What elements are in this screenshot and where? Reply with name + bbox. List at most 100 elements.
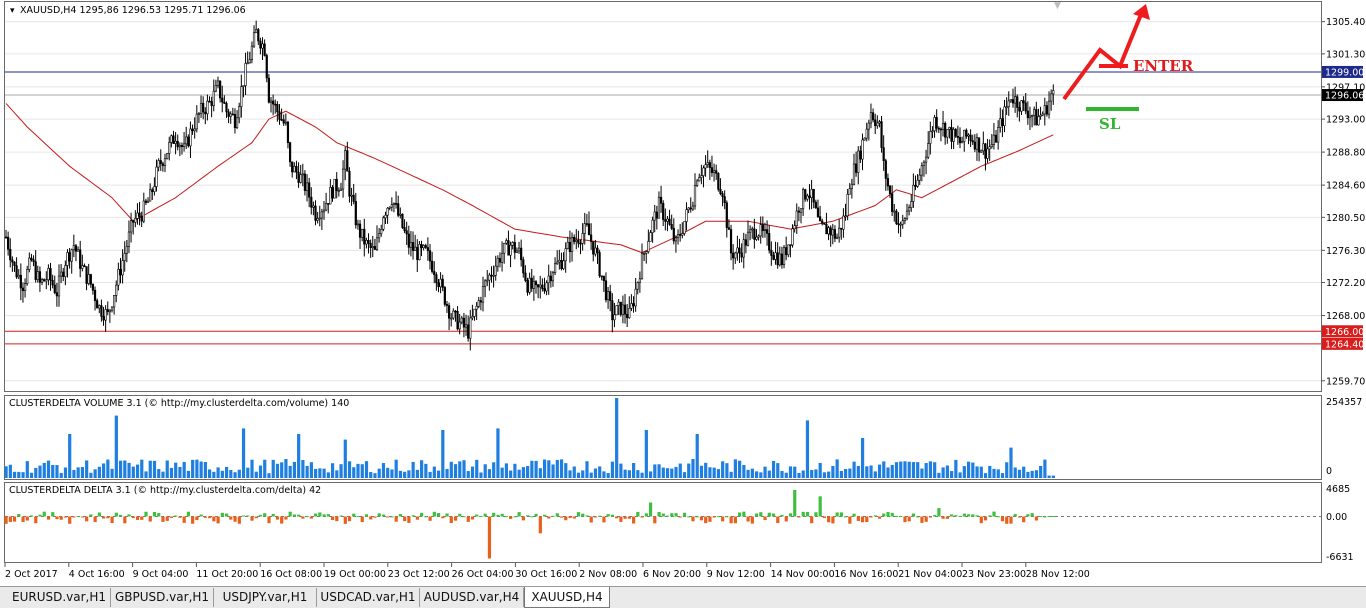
- delta-bar: [975, 515, 979, 517]
- candle-body: [924, 156, 928, 163]
- candle-body: [121, 260, 124, 276]
- candle-body: [893, 210, 896, 213]
- volume-bar: [131, 466, 135, 478]
- volume-bar: [449, 461, 453, 478]
- candle-body: [469, 317, 472, 339]
- volume-bar: [445, 468, 449, 478]
- candle-body: [371, 246, 374, 248]
- volume-bar: [76, 467, 80, 478]
- candle-body: [545, 282, 548, 292]
- delta-bar: [899, 516, 903, 518]
- delta-bar: [411, 515, 415, 517]
- delta-bar: [1005, 516, 1009, 524]
- candle-body: [36, 271, 39, 280]
- candle-body: [831, 229, 834, 236]
- candle-body: [850, 183, 853, 189]
- delta-bar: [695, 516, 699, 518]
- candle-body: [520, 247, 523, 261]
- trading-chart[interactable]: ▾ XAUUSD,H4 1295,86 1296.53 1295.71 1296…: [0, 0, 1366, 586]
- candle-body: [331, 187, 334, 199]
- candle-body: [1016, 96, 1019, 108]
- delta-bar: [966, 514, 971, 517]
- delta-bar: [576, 512, 581, 517]
- candle-body: [314, 205, 317, 221]
- delta-bar: [68, 516, 72, 524]
- volume-bar: [793, 466, 797, 478]
- volume-bar: [1039, 465, 1043, 478]
- tab-usdcad-var-h1[interactable]: USDCAD.var,H1: [317, 588, 420, 607]
- delta-bar: [424, 516, 428, 518]
- candle-body: [753, 228, 756, 240]
- delta-bar: [988, 515, 992, 517]
- volume-bar: [483, 464, 487, 478]
- delta-bar: [377, 513, 381, 517]
- delta-bar: [661, 513, 665, 517]
- shift-marker-icon[interactable]: ▼: [1054, 1, 1061, 11]
- candle-body: [265, 55, 268, 79]
- tab-eurusd-var-h1[interactable]: EURUSD.var,H1: [8, 588, 111, 607]
- tab-gbpusd-var-h1[interactable]: GBPUSD.var,H1: [111, 588, 214, 607]
- delta-bar: [403, 516, 407, 522]
- candle-body: [814, 201, 817, 209]
- candle-body: [931, 130, 934, 133]
- delta-bar: [729, 516, 733, 524]
- candle-body: [751, 228, 754, 231]
- volume-bar: [721, 461, 725, 478]
- candle-body: [528, 277, 531, 293]
- volume-bar: [954, 459, 958, 478]
- candle-body: [140, 216, 143, 222]
- candle-body: [259, 40, 262, 49]
- delta-bar: [453, 516, 458, 521]
- tab-usdjpy-var-h1[interactable]: USDJPY.var,H1: [214, 588, 317, 607]
- candle-body: [399, 213, 402, 216]
- volume-bar: [271, 459, 275, 478]
- candle-body: [467, 324, 470, 339]
- candle-body: [719, 188, 722, 194]
- candle-body: [445, 304, 449, 306]
- collapse-triangle-icon[interactable]: ▾: [10, 6, 15, 16]
- candle-body: [736, 247, 739, 254]
- volume-bar: [983, 473, 988, 478]
- delta-bar: [17, 514, 21, 517]
- candle-body: [867, 122, 870, 130]
- volume-bar: [55, 465, 59, 478]
- candle-body: [632, 303, 635, 307]
- volume-bar: [352, 467, 356, 478]
- delta-bar: [428, 516, 432, 521]
- candle-body: [653, 211, 656, 221]
- delta-bar: [72, 516, 76, 518]
- candle-body: [473, 308, 476, 317]
- volume-bar: [937, 472, 941, 478]
- candle-body: [221, 97, 224, 103]
- delta-bar: [771, 513, 776, 517]
- candle-body: [263, 43, 266, 56]
- delta-bar: [615, 516, 619, 519]
- candle-body: [683, 221, 686, 234]
- tab-audusd-var-h4[interactable]: AUDUSD.var,H4: [420, 588, 524, 607]
- delta-bar: [445, 513, 449, 517]
- volume-bar: [945, 465, 949, 478]
- candle-body: [698, 177, 701, 182]
- candle-body: [91, 283, 95, 291]
- delta-bar: [314, 513, 318, 517]
- tab-xauusd-h4[interactable]: XAUUSD,H4: [524, 587, 610, 608]
- delta-bar: [733, 516, 737, 524]
- candle-body: [1043, 105, 1046, 115]
- delta-bar: [801, 511, 805, 517]
- volume-bar: [627, 470, 631, 478]
- delta-bar: [827, 516, 831, 523]
- candle-body: [687, 207, 690, 210]
- volume-bar: [356, 463, 360, 478]
- volume-bar: [738, 460, 742, 478]
- delta-bar: [572, 516, 576, 519]
- candle-body: [123, 253, 126, 261]
- candle-body: [96, 300, 99, 309]
- candle-body: [941, 123, 945, 130]
- delta-bar: [509, 516, 513, 519]
- volume-bar: [229, 469, 233, 478]
- time-label: 26 Oct 04:00: [452, 569, 514, 580]
- candle-body: [89, 274, 92, 285]
- volume-bar: [38, 465, 42, 478]
- candle-body: [367, 240, 370, 244]
- candle-body: [806, 195, 809, 200]
